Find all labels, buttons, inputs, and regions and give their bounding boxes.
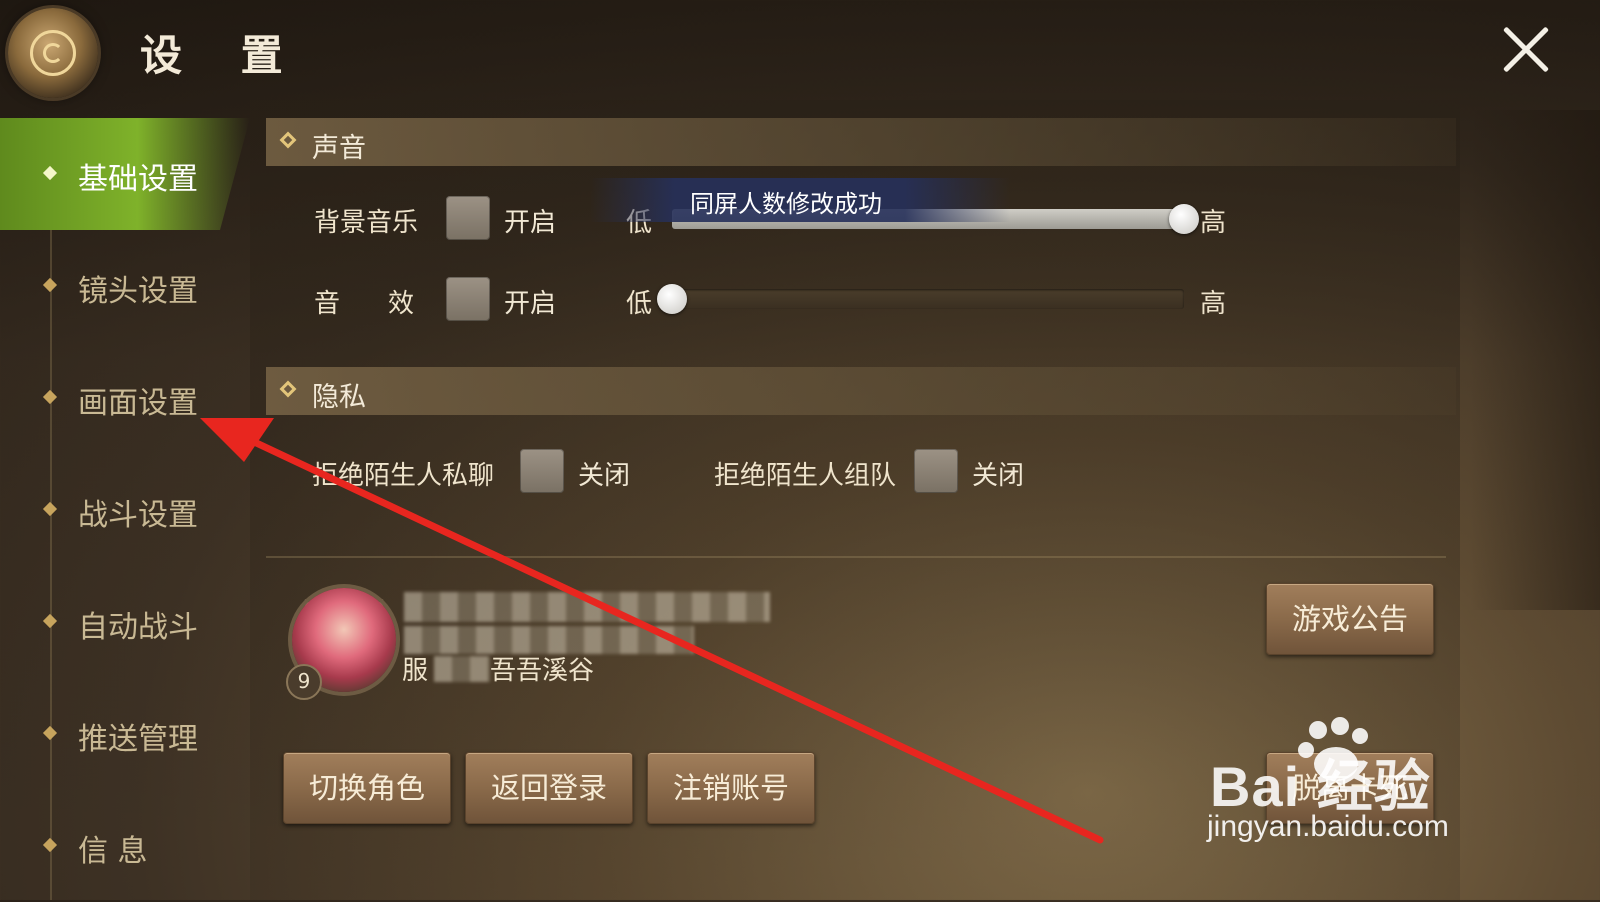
annotation-arrow-head — [200, 418, 274, 462]
annotation-arrow-shaft — [246, 436, 1104, 844]
watermark-url: jingyan.baidu.com — [1207, 810, 1449, 843]
